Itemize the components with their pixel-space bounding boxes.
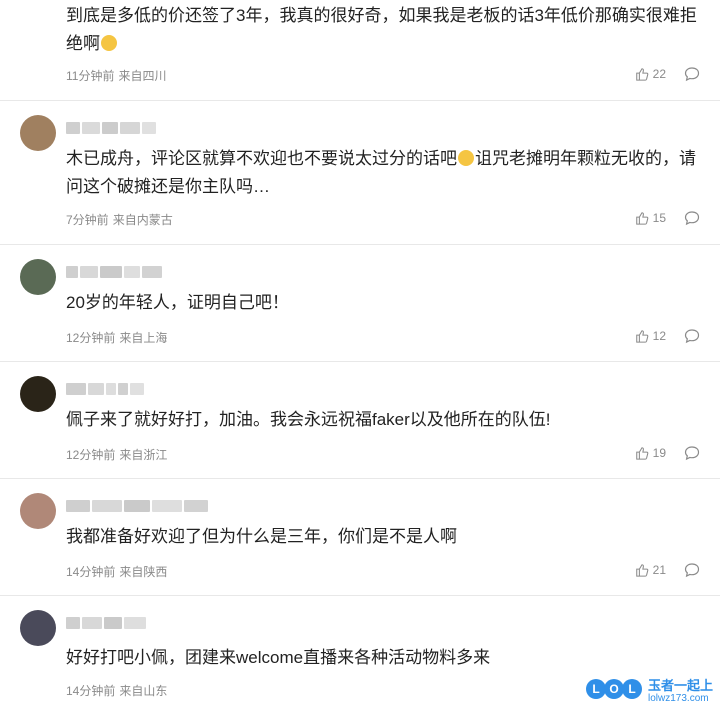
avatar[interactable] — [20, 376, 56, 412]
comment-item: 佩子来了就好好打，加油。我会永远祝福faker以及他所在的队伍! 12分钟前 来自… — [0, 362, 720, 479]
like-button[interactable]: 12 — [635, 329, 666, 343]
thumbs-up-icon — [635, 212, 648, 225]
avatar[interactable] — [20, 115, 56, 151]
comment-location: 来自四川 — [118, 69, 167, 83]
comment-meta: 12分钟前 来自上海 — [66, 329, 167, 346]
like-count: 19 — [652, 446, 666, 460]
comment-item: 木已成舟，评论区就算不欢迎也不要说太过分的话吧 诅咒老摊明年颗粒无收的，请问这个破… — [0, 101, 720, 245]
comment-text: 到底是多低的价还签了3年，我真的很好奇，如果我是老板的话3年低价那确实很难拒绝啊 — [66, 6, 697, 53]
avatar[interactable] — [20, 610, 56, 646]
username-blurred[interactable] — [66, 121, 166, 135]
comment-location: 来自上海 — [119, 331, 168, 345]
avatar[interactable] — [20, 493, 56, 529]
comment-location: 来自内蒙古 — [112, 213, 173, 227]
comment-bubble-icon[interactable] — [684, 328, 700, 344]
like-count: 15 — [652, 211, 666, 225]
comment-time: 14分钟前 — [66, 684, 116, 698]
like-button[interactable]: 15 — [635, 211, 666, 225]
username-blurred[interactable] — [66, 616, 166, 630]
comment-text: 20岁的年轻人，证明自己吧！ — [66, 293, 289, 312]
comment-location: 来自陕西 — [119, 565, 168, 579]
thumbs-up-icon — [635, 564, 648, 577]
laugh-cry-emoji — [101, 35, 117, 51]
comment-text: 我都准备好欢迎了但为什么是三年，你们是不是人啊 — [66, 527, 457, 546]
comment-text: 好好打吧小佩，团建来welcome直播来各种活动物料多来 — [66, 648, 491, 667]
like-button[interactable]: 22 — [635, 67, 666, 81]
watermark-logo: LOL — [586, 679, 642, 699]
comment-meta: 14分钟前 来自陕西 — [66, 563, 167, 580]
comment-location: 来自浙江 — [119, 448, 168, 462]
comment-item: 20岁的年轻人，证明自己吧！ 12分钟前 来自上海 12 — [0, 245, 720, 362]
like-count: 21 — [652, 563, 666, 577]
username-blurred[interactable] — [66, 499, 226, 513]
thumbs-up-icon — [635, 330, 648, 343]
username-blurred[interactable] — [66, 382, 166, 396]
comment-time: 12分钟前 — [66, 448, 116, 462]
comment-meta: 11分钟前 来自四川 — [66, 67, 166, 84]
watermark-title: 玉者一起上 — [648, 678, 714, 693]
thumbs-up-icon — [635, 447, 648, 460]
comment-text: 木已成舟，评论区就算不欢迎也不要说太过分的话吧 诅咒老摊明年颗粒无收的，请问这个破… — [66, 149, 696, 196]
like-button[interactable]: 19 — [635, 446, 666, 460]
like-count: 22 — [652, 67, 666, 81]
comment-bubble-icon[interactable] — [684, 66, 700, 82]
comment-item: 我都准备好欢迎了但为什么是三年，你们是不是人啊 14分钟前 来自陕西 21 — [0, 479, 720, 596]
username-blurred[interactable] — [66, 265, 166, 279]
comment-time: 12分钟前 — [66, 331, 116, 345]
comment-meta: 14分钟前 来自山东 — [66, 682, 167, 699]
laugh-cry-emoji — [458, 150, 474, 166]
comment-meta: 7分钟前 来自内蒙古 — [66, 211, 173, 228]
comment-bubble-icon[interactable] — [684, 445, 700, 461]
comment-bubble-icon[interactable] — [684, 562, 700, 578]
site-watermark: LOL 玉者一起上 lolwz173.com — [586, 675, 716, 709]
like-count: 12 — [652, 329, 666, 343]
comment-meta: 12分钟前 来自浙江 — [66, 446, 167, 463]
avatar[interactable] — [20, 259, 56, 295]
thumbs-up-icon — [635, 68, 648, 81]
comment-text: 佩子来了就好好打，加油。我会永远祝福faker以及他所在的队伍! — [66, 410, 551, 429]
comment-time: 11分钟前 — [66, 69, 115, 83]
comment-location: 来自山东 — [119, 684, 168, 698]
like-button[interactable]: 21 — [635, 563, 666, 577]
comment-bubble-icon[interactable] — [684, 210, 700, 226]
comment-time: 7分钟前 — [66, 213, 109, 227]
watermark-url: lolwz173.com — [648, 693, 709, 704]
comment-time: 14分钟前 — [66, 565, 116, 579]
comment-item: 到底是多低的价还签了3年，我真的很好奇，如果我是老板的话3年低价那确实很难拒绝啊… — [0, 0, 720, 101]
